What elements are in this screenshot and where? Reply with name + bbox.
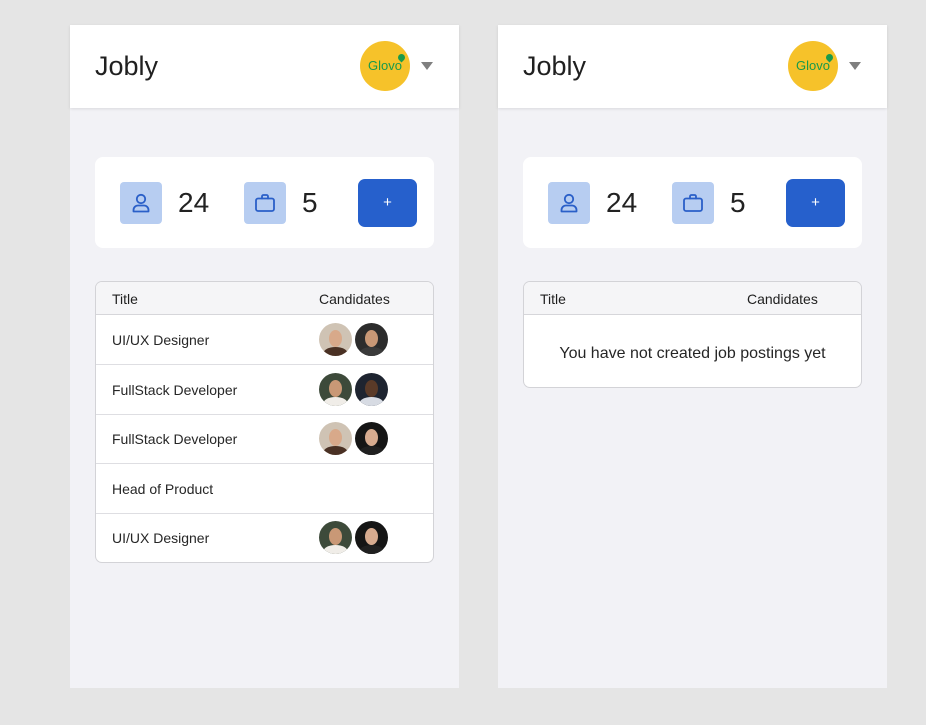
candidate-avatar[interactable] [319, 373, 352, 406]
table-row[interactable]: FullStack Developer [96, 414, 433, 464]
user-icon [120, 182, 162, 224]
company-logo[interactable]: Glovo [788, 41, 838, 91]
chevron-down-icon[interactable] [849, 62, 861, 70]
jobs-screen-empty: Jobly Glovo 24 5 + Title Candidates You … [498, 25, 887, 688]
table-row[interactable]: FullStack Developer [96, 365, 433, 415]
chevron-down-icon[interactable] [421, 62, 433, 70]
title-column-header: Title [112, 291, 138, 307]
table-row[interactable]: UI/UX Designer [96, 315, 433, 365]
candidate-avatar[interactable] [319, 422, 352, 455]
briefcase-icon [244, 182, 286, 224]
title-column-header: Title [540, 291, 566, 307]
table-header: Title Candidates [524, 282, 861, 315]
job-postings-table: Title Candidates UI/UX Designer FullStac… [95, 281, 434, 563]
empty-state-message: You have not created job postings yet [559, 345, 826, 362]
candidates-count: 24 [606, 187, 638, 218]
stats-card: 24 5 + [95, 157, 434, 248]
candidates-count: 24 [178, 187, 210, 218]
candidate-avatar[interactable] [355, 422, 388, 455]
briefcase-icon [672, 182, 714, 224]
job-title: UI/UX Designer [112, 332, 210, 348]
job-postings-table: Title Candidates You have not created jo… [523, 281, 862, 388]
jobs-screen-with-postings: Jobly Glovo 24 5 + Title Candidates UI/U… [70, 25, 459, 688]
add-job-button[interactable]: + [786, 179, 845, 227]
table-row[interactable]: Head of Product [96, 464, 433, 514]
job-title: FullStack Developer [112, 431, 238, 447]
company-logo[interactable]: Glovo [360, 41, 410, 91]
candidate-avatar[interactable] [355, 323, 388, 356]
job-title: FullStack Developer [112, 382, 238, 398]
jobs-count: 5 [730, 187, 746, 218]
candidates-column-header: Candidates [747, 291, 818, 307]
candidate-avatar[interactable] [319, 323, 352, 356]
job-title: Head of Product [112, 481, 214, 497]
app-title: Jobly [95, 51, 159, 81]
table-header: Title Candidates [96, 282, 433, 315]
candidate-avatar[interactable] [355, 373, 388, 406]
candidates-column-header: Candidates [319, 291, 390, 307]
user-icon [548, 182, 590, 224]
jobs-count: 5 [302, 187, 318, 218]
add-job-button[interactable]: + [358, 179, 417, 227]
app-header: Jobly Glovo [70, 25, 459, 108]
table-row[interactable]: UI/UX Designer [96, 513, 433, 562]
stats-card: 24 5 + [523, 157, 862, 248]
app-title: Jobly [523, 51, 587, 81]
candidate-avatar[interactable] [319, 521, 352, 554]
job-title: UI/UX Designer [112, 530, 210, 546]
app-header: Jobly Glovo [498, 25, 887, 108]
candidate-avatar[interactable] [355, 521, 388, 554]
